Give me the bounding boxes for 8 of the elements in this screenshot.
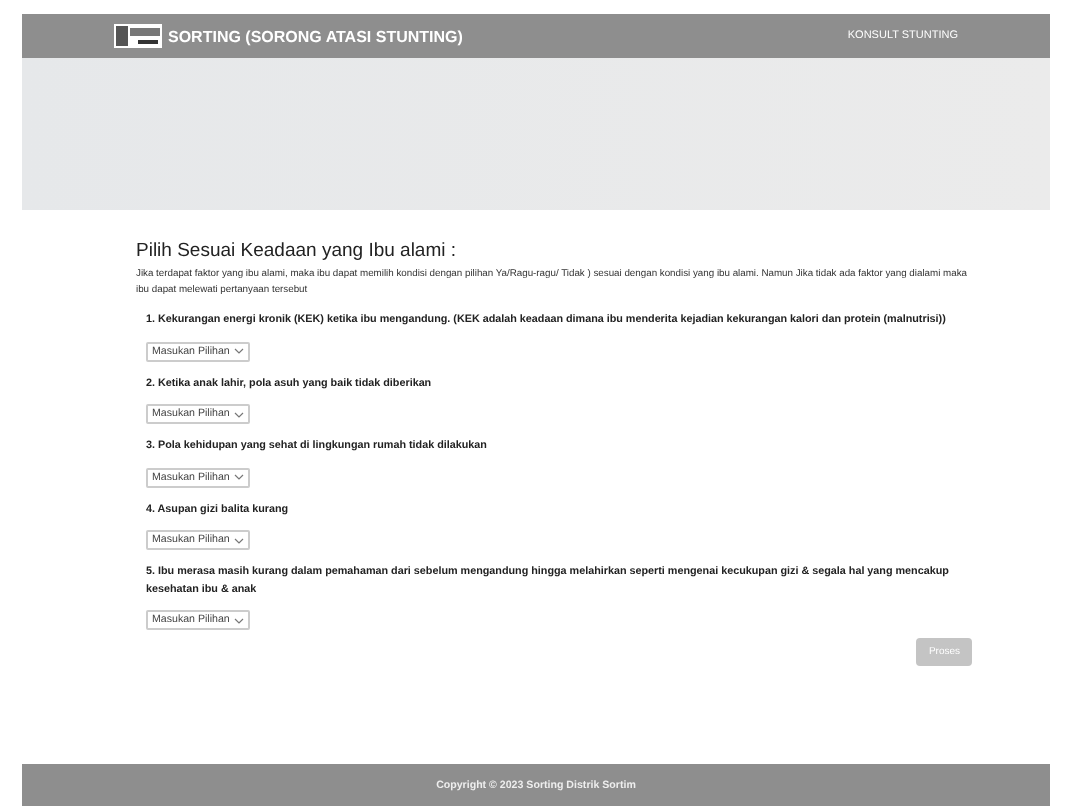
chevron-icon: [233, 411, 244, 417]
site-title: SORTING (SORONG ATASI STUNTING): [168, 27, 463, 45]
form-heading: Pilih Sesuai Keadaan yang Ibu alami :: [136, 240, 459, 262]
logo-icon: [114, 24, 162, 48]
chevron-icon: [233, 348, 244, 354]
chevron-icon: [233, 474, 244, 480]
chevron-icon: [233, 617, 244, 623]
chevron-icon: [233, 537, 244, 543]
